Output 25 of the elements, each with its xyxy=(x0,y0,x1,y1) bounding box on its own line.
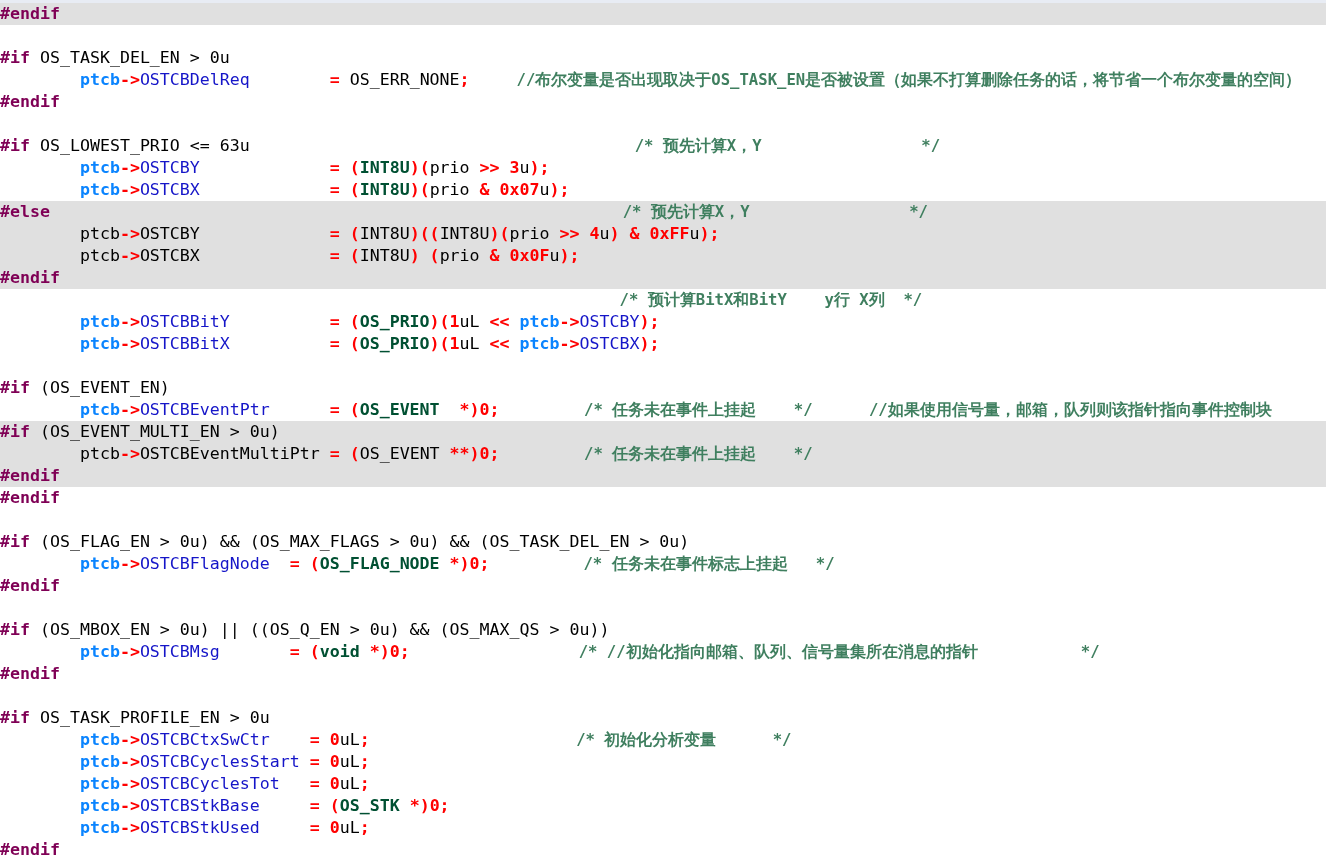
code-line: ptcb->OSTCBCtxSwCtr = 0uL; /* 初始化分析变量 */ xyxy=(78,729,793,751)
code-line: ptcb->OSTCBCyclesStart = 0uL; xyxy=(78,751,371,773)
code-line: #endif xyxy=(0,575,61,597)
code-line: #if OS_TASK_PROFILE_EN > 0u xyxy=(0,707,271,729)
code-line: ptcb->OSTCBMsg = (void *)0; /* //初始化指向邮箱、队列、信号量集所在消息的指针 */ xyxy=(78,641,1101,663)
code-line: /* 预计算BitX和BitY y行 X列 */ xyxy=(618,290,924,311)
code-line: #endif xyxy=(0,487,61,509)
code-line: ptcb->OSTCBEventPtr = (OS_EVENT *)0; /* 任务未在事件上挂起 */ //如果使用信号量，邮箱，队列则该指针指向事件控制块 xyxy=(78,399,1273,421)
code-line: ptcb->OSTCBBitX = (OS_PRIO)(1uL << ptcb->OSTCBX); xyxy=(78,333,661,355)
code-line: #if (OS_EVENT_EN) xyxy=(0,377,171,399)
code-line: #endif xyxy=(0,839,61,861)
code-line: ptcb->OSTCBCyclesTot = 0uL; xyxy=(78,773,371,795)
code-line: #if OS_TASK_DEL_EN > 0u xyxy=(0,47,231,69)
code-line: #if (OS_FLAG_EN > 0u) && (OS_MAX_FLAGS > 0u) && (OS_TASK_DEL_EN > 0u) xyxy=(0,531,691,553)
code-line: ptcb->OSTCBY = (INT8U)(prio >> 3u); xyxy=(78,157,551,179)
code-line: #endif xyxy=(0,91,61,113)
code-line: ptcb->OSTCBBitY = (OS_PRIO)(1uL << ptcb->OSTCBY); xyxy=(78,311,661,333)
code-line: #if (OS_MBOX_EN > 0u) || ((OS_Q_EN > 0u) && (OS_MAX_QS > 0u)) xyxy=(0,619,611,641)
code-line: ptcb->OSTCBX = (INT8U)(prio & 0x07u); xyxy=(78,179,571,201)
code-line: ptcb->OSTCBStkUsed = 0uL; xyxy=(78,817,371,839)
code-line: ptcb->OSTCBStkBase = (OS_STK *)0; xyxy=(78,795,451,817)
code-line: #endif xyxy=(0,663,61,685)
code-line: ptcb->OSTCBDelReq = OS_ERR_NONE; //布尔变量是否出现取决于OS_TASK_EN是否被设置（如果不打算删除任务的话，将节省一个布尔变量的空间） xyxy=(78,69,1303,91)
code-line: ptcb->OSTCBFlagNode = (OS_FLAG_NODE *)0; /* 任务未在事件标志上挂起 */ xyxy=(78,553,836,575)
code-line: #if OS_LOWEST_PRIO <= 63u /* 预先计算X，Y */ xyxy=(0,135,942,157)
